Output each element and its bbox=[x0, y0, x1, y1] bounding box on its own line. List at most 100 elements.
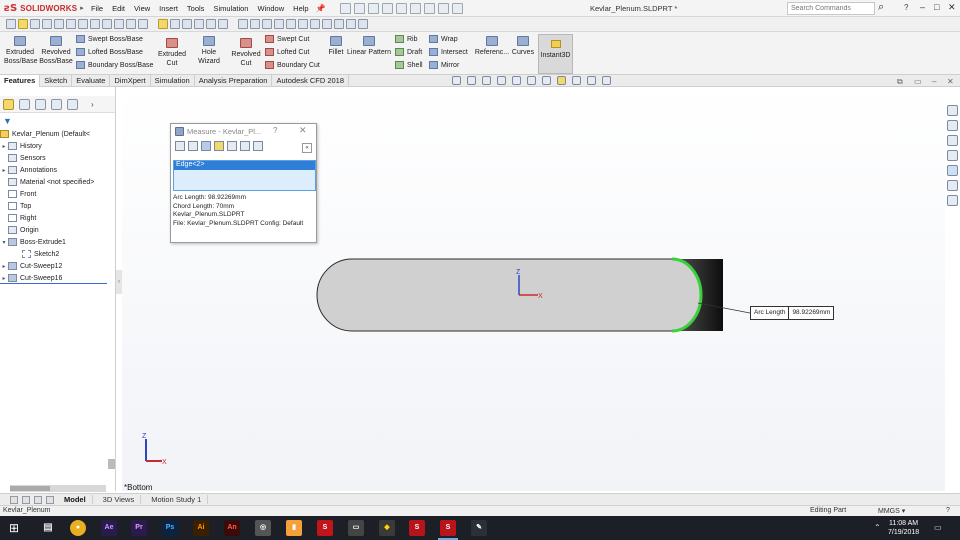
horizontal-scrollbar[interactable] bbox=[10, 485, 106, 492]
view-palette-icon[interactable] bbox=[947, 150, 958, 161]
menu-tools[interactable]: Tools bbox=[186, 3, 206, 14]
units-selector[interactable]: MMGS ▾ bbox=[878, 507, 905, 515]
last-tab-button[interactable] bbox=[46, 495, 54, 504]
lofted-cut-button[interactable]: Lofted Cut bbox=[265, 48, 309, 56]
tree-item-boss-extrude1[interactable]: ▾ Boss-Extrude1 bbox=[0, 236, 116, 248]
lofted-boss-button[interactable]: Lofted Boss/Base bbox=[76, 48, 143, 56]
tree-item-cut-sweep12[interactable]: ▸ Cut-Sweep12 bbox=[0, 260, 116, 272]
minimize-button[interactable]: – bbox=[920, 2, 925, 12]
menu-window[interactable]: Window bbox=[256, 3, 285, 14]
rib-button[interactable]: Rib bbox=[395, 35, 418, 43]
custom-properties-icon[interactable] bbox=[947, 180, 958, 191]
expand-toggle-icon[interactable]: ▾ bbox=[0, 239, 8, 246]
search-commands-input[interactable] bbox=[787, 2, 875, 15]
apply-scene-icon[interactable] bbox=[334, 19, 344, 29]
tab-3d-views[interactable]: 3D Views bbox=[97, 495, 142, 504]
logo-menu-arrow-icon[interactable]: ▸ bbox=[80, 4, 84, 12]
edit-appearance-icon[interactable] bbox=[322, 19, 332, 29]
show-xyz-icon[interactable] bbox=[201, 141, 211, 151]
tree-item-sketch2[interactable]: Sketch2 bbox=[0, 248, 116, 260]
new-document-icon[interactable] bbox=[339, 2, 351, 14]
solidworks-taskbar-icon-2[interactable]: S bbox=[409, 520, 425, 536]
tab-features[interactable]: Features bbox=[0, 75, 41, 87]
instant2d-icon[interactable] bbox=[206, 19, 216, 29]
select-icon[interactable] bbox=[409, 2, 421, 14]
linear-pattern-button[interactable]: Linear Pattern bbox=[346, 36, 392, 57]
restore-view-icon[interactable]: ⧉ bbox=[897, 77, 903, 87]
tree-item-material-not-specified[interactable]: Material <not specified> bbox=[0, 176, 116, 188]
zoom-to-area-icon[interactable] bbox=[467, 76, 476, 85]
forum-icon[interactable] bbox=[947, 195, 958, 206]
display-manager-tab-icon[interactable] bbox=[67, 98, 78, 110]
vertical-scrollbar[interactable] bbox=[108, 459, 115, 469]
tab-dimxpert[interactable]: DimXpert bbox=[110, 75, 151, 87]
menu-view[interactable]: View bbox=[133, 3, 151, 14]
app-taskbar-icon-1[interactable]: ◎ bbox=[255, 520, 271, 536]
sum-icon[interactable] bbox=[90, 19, 100, 29]
view-orientation-icon[interactable] bbox=[238, 19, 248, 29]
intersect-button[interactable]: Intersect bbox=[429, 48, 468, 56]
tile-view-icon[interactable]: ▭ bbox=[914, 77, 922, 86]
options-icon[interactable] bbox=[451, 2, 463, 14]
feature-manager-tab-icon[interactable] bbox=[3, 98, 14, 110]
rectangle-icon[interactable] bbox=[42, 19, 52, 29]
expand-toggle-icon[interactable]: ▸ bbox=[0, 167, 8, 174]
spline-icon[interactable] bbox=[78, 19, 88, 29]
tab-evaluate[interactable]: Evaluate bbox=[72, 75, 111, 87]
menu-simulation[interactable]: Simulation bbox=[212, 3, 249, 14]
solidworks-taskbar-icon-3[interactable]: S bbox=[440, 520, 456, 536]
extruded-cut-button[interactable]: Extruded Cut bbox=[156, 38, 188, 68]
premiere-taskbar-icon[interactable]: Pr bbox=[131, 520, 147, 536]
menu-help[interactable]: Help bbox=[292, 3, 309, 14]
after-effects-taskbar-icon[interactable]: Ae bbox=[101, 520, 117, 536]
filter-icon[interactable]: ▼ bbox=[3, 116, 12, 126]
extruded-boss-base-button[interactable]: Extruded Boss/Base bbox=[4, 36, 37, 66]
chrome-taskbar-icon[interactable]: ● bbox=[70, 520, 86, 536]
animate-taskbar-icon[interactable]: An bbox=[224, 520, 240, 536]
wrap-button[interactable]: Wrap bbox=[429, 35, 458, 43]
menu-edit[interactable]: Edit bbox=[111, 3, 126, 14]
file-explorer-icon[interactable] bbox=[947, 135, 958, 146]
mirror-entities-icon[interactable] bbox=[126, 19, 136, 29]
app-taskbar-icon-4[interactable]: ◆ bbox=[379, 520, 395, 536]
measurement-history-icon[interactable] bbox=[240, 141, 250, 151]
circle-icon[interactable] bbox=[54, 19, 64, 29]
clock[interactable]: 11:08 AM 7/19/2018 bbox=[888, 519, 919, 537]
tree-item-origin[interactable]: Origin bbox=[0, 224, 116, 236]
expand-toggle-icon[interactable]: ▸ bbox=[0, 263, 8, 270]
tab-motion-study-1[interactable]: Motion Study 1 bbox=[145, 495, 209, 504]
trim-icon[interactable] bbox=[102, 19, 112, 29]
display-pane-icon[interactable] bbox=[602, 76, 611, 85]
measure-selection-box[interactable]: Edge<2> bbox=[173, 160, 316, 191]
relations-icon[interactable] bbox=[158, 19, 168, 29]
projected-on-icon[interactable] bbox=[227, 141, 237, 151]
move-entities-icon[interactable] bbox=[138, 19, 148, 29]
tree-item-history[interactable]: ▸ History bbox=[0, 140, 116, 152]
expand-toggle-icon[interactable]: ▸ bbox=[0, 275, 8, 282]
hide-show-items-icon[interactable] bbox=[542, 76, 551, 85]
rapid-sketch-icon[interactable] bbox=[194, 19, 204, 29]
swept-boss-button[interactable]: Swept Boss/Base bbox=[76, 35, 143, 43]
search-icon[interactable]: ⌕ bbox=[878, 1, 884, 14]
tray-expand-icon[interactable]: ⌃ bbox=[874, 523, 881, 532]
solidworks-taskbar-icon-1[interactable]: S bbox=[317, 520, 333, 536]
mirror-button[interactable]: Mirror bbox=[429, 61, 459, 69]
view-settings-icon[interactable] bbox=[346, 19, 356, 29]
arc-length-annotation[interactable]: Arc Length 98.92269mm bbox=[750, 306, 835, 320]
help-icon[interactable]: ? bbox=[904, 3, 908, 12]
maximize-button[interactable]: □ bbox=[934, 2, 939, 12]
tab-simulation[interactable]: Simulation bbox=[151, 75, 195, 87]
windows-start-icon[interactable]: ⊞ bbox=[9, 521, 19, 535]
file-explorer-taskbar-icon[interactable]: ▤ bbox=[40, 520, 56, 536]
tab-model[interactable]: Model bbox=[58, 495, 93, 504]
tab-analysis-preparation[interactable]: Analysis Preparation bbox=[195, 75, 273, 87]
create-sensor-icon[interactable] bbox=[253, 141, 263, 151]
instant3d-button[interactable]: Instant3D bbox=[538, 34, 573, 74]
app-taskbar-icon-2[interactable]: ▮ bbox=[286, 520, 302, 536]
tree-item-sensors[interactable]: Sensors bbox=[0, 152, 116, 164]
offset-icon[interactable] bbox=[114, 19, 124, 29]
app-taskbar-icon-3[interactable]: ▭ bbox=[348, 520, 364, 536]
view-settings-icon[interactable] bbox=[587, 76, 596, 85]
arc-icon[interactable] bbox=[66, 19, 76, 29]
measure-tool-icon[interactable] bbox=[358, 19, 368, 29]
